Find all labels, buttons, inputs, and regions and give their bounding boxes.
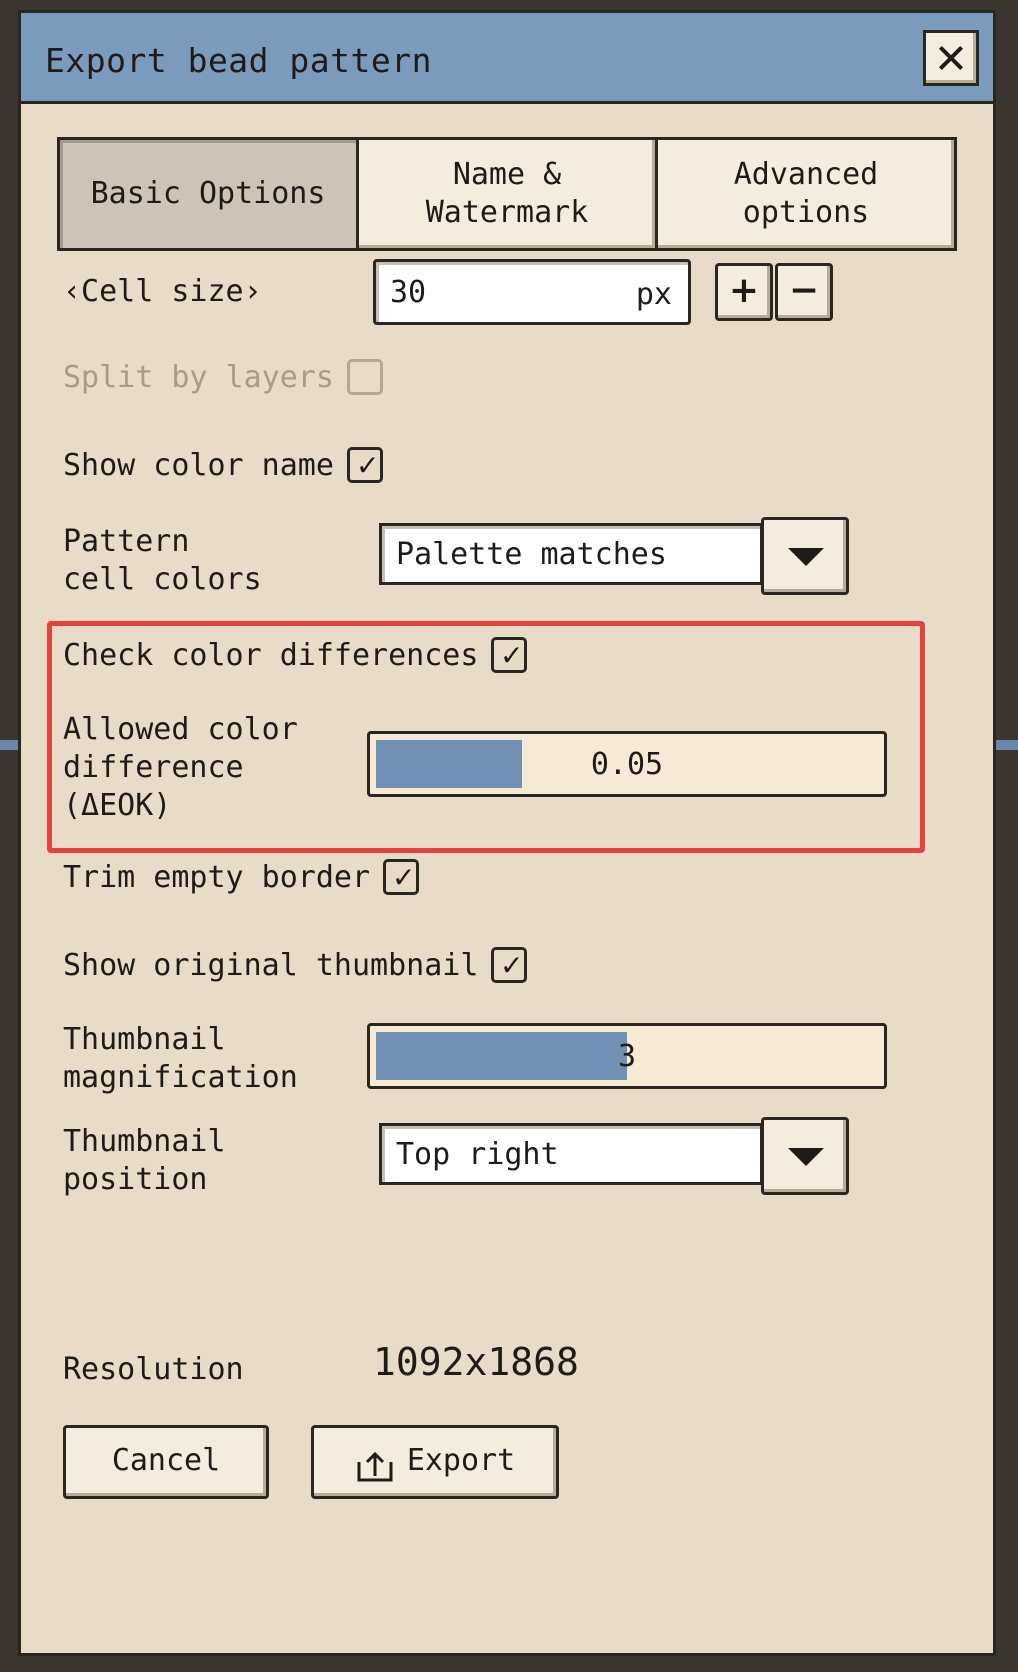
allowed-color-difference-slider[interactable]: 0.05 — [367, 731, 887, 797]
export-label: Export — [406, 1443, 516, 1478]
checkmark-icon: ✓ — [392, 861, 416, 894]
export-button[interactable]: Export — [311, 1425, 559, 1499]
thumbnail-position-field[interactable]: Top right — [379, 1123, 763, 1185]
check-color-differences-label: Check color differences — [63, 638, 479, 673]
checkmark-icon: ✓ — [500, 639, 524, 672]
close-button[interactable] — [923, 30, 979, 86]
show-color-name-checkbox[interactable]: ✓ — [347, 447, 383, 483]
chevron-down-icon — [788, 1148, 824, 1166]
chevron-down-icon — [788, 548, 824, 566]
pattern-cell-colors-label: Pattern cell colors — [63, 524, 262, 597]
pattern-cell-colors-dropdown-button[interactable] — [761, 517, 849, 595]
checkmark-icon: ✓ — [500, 949, 524, 982]
pattern-cell-colors-field[interactable]: Palette matches — [379, 523, 763, 585]
export-icon — [355, 1442, 395, 1481]
tab-bar: Basic Options Name & Watermark Advanced … — [57, 137, 957, 251]
thumbnail-position-select[interactable]: Top right — [379, 1117, 849, 1195]
show-original-thumbnail-checkbox[interactable]: ✓ — [491, 947, 527, 983]
show-color-name-label: Show color name — [63, 448, 334, 483]
tab-advanced-options[interactable]: Advanced options — [658, 140, 954, 248]
allowed-color-difference-value: 0.05 — [590, 747, 664, 782]
trim-empty-border-label: Trim empty border — [63, 860, 371, 895]
trim-empty-border-checkbox[interactable]: ✓ — [383, 859, 419, 895]
resolution-label: Resolution — [63, 1352, 244, 1387]
thumbnail-position-label: Thumbnail position — [63, 1124, 226, 1197]
thumbnail-magnification-slider[interactable]: 3 — [367, 1023, 887, 1089]
dialog-title: Export bead pattern — [45, 41, 432, 80]
allowed-color-difference-label: Allowed color difference (ΔEOK) — [63, 712, 298, 823]
cell-size-label[interactable]: ‹Cell size› — [63, 273, 262, 311]
show-original-thumbnail-label: Show original thumbnail — [63, 948, 479, 983]
resolution-value: 1092x1868 — [373, 1340, 579, 1384]
increment-button[interactable]: + — [715, 263, 773, 321]
split-by-layers-checkbox[interactable] — [347, 359, 383, 395]
split-by-layers-label: Split by layers — [63, 360, 334, 395]
decrement-button[interactable]: − — [775, 263, 833, 321]
cancel-label: Cancel — [111, 1443, 221, 1478]
pattern-cell-colors-value: Palette matches — [396, 537, 667, 572]
cell-size-input[interactable]: 30 px — [373, 259, 691, 325]
thumbnail-position-value: Top right — [396, 1137, 559, 1172]
thumbnail-magnification-value: 3 — [617, 1039, 637, 1074]
tab-name-watermark[interactable]: Name & Watermark — [359, 140, 658, 248]
pattern-cell-colors-select[interactable]: Palette matches — [379, 517, 849, 595]
cell-size-unit: px — [635, 277, 672, 312]
check-color-differences-checkbox[interactable]: ✓ — [491, 637, 527, 673]
tab-basic-options[interactable]: Basic Options — [60, 140, 359, 248]
title-bar[interactable]: Export bead pattern — [21, 13, 993, 104]
export-dialog: Export bead pattern Basic Options Name &… — [18, 10, 996, 1656]
cell-size-value: 30 — [390, 275, 427, 310]
checkmark-icon: ✓ — [356, 449, 380, 482]
thumbnail-position-dropdown-button[interactable] — [761, 1117, 849, 1195]
thumbnail-magnification-label: Thumbnail magnification — [63, 1022, 298, 1095]
cancel-button[interactable]: Cancel — [63, 1425, 269, 1499]
